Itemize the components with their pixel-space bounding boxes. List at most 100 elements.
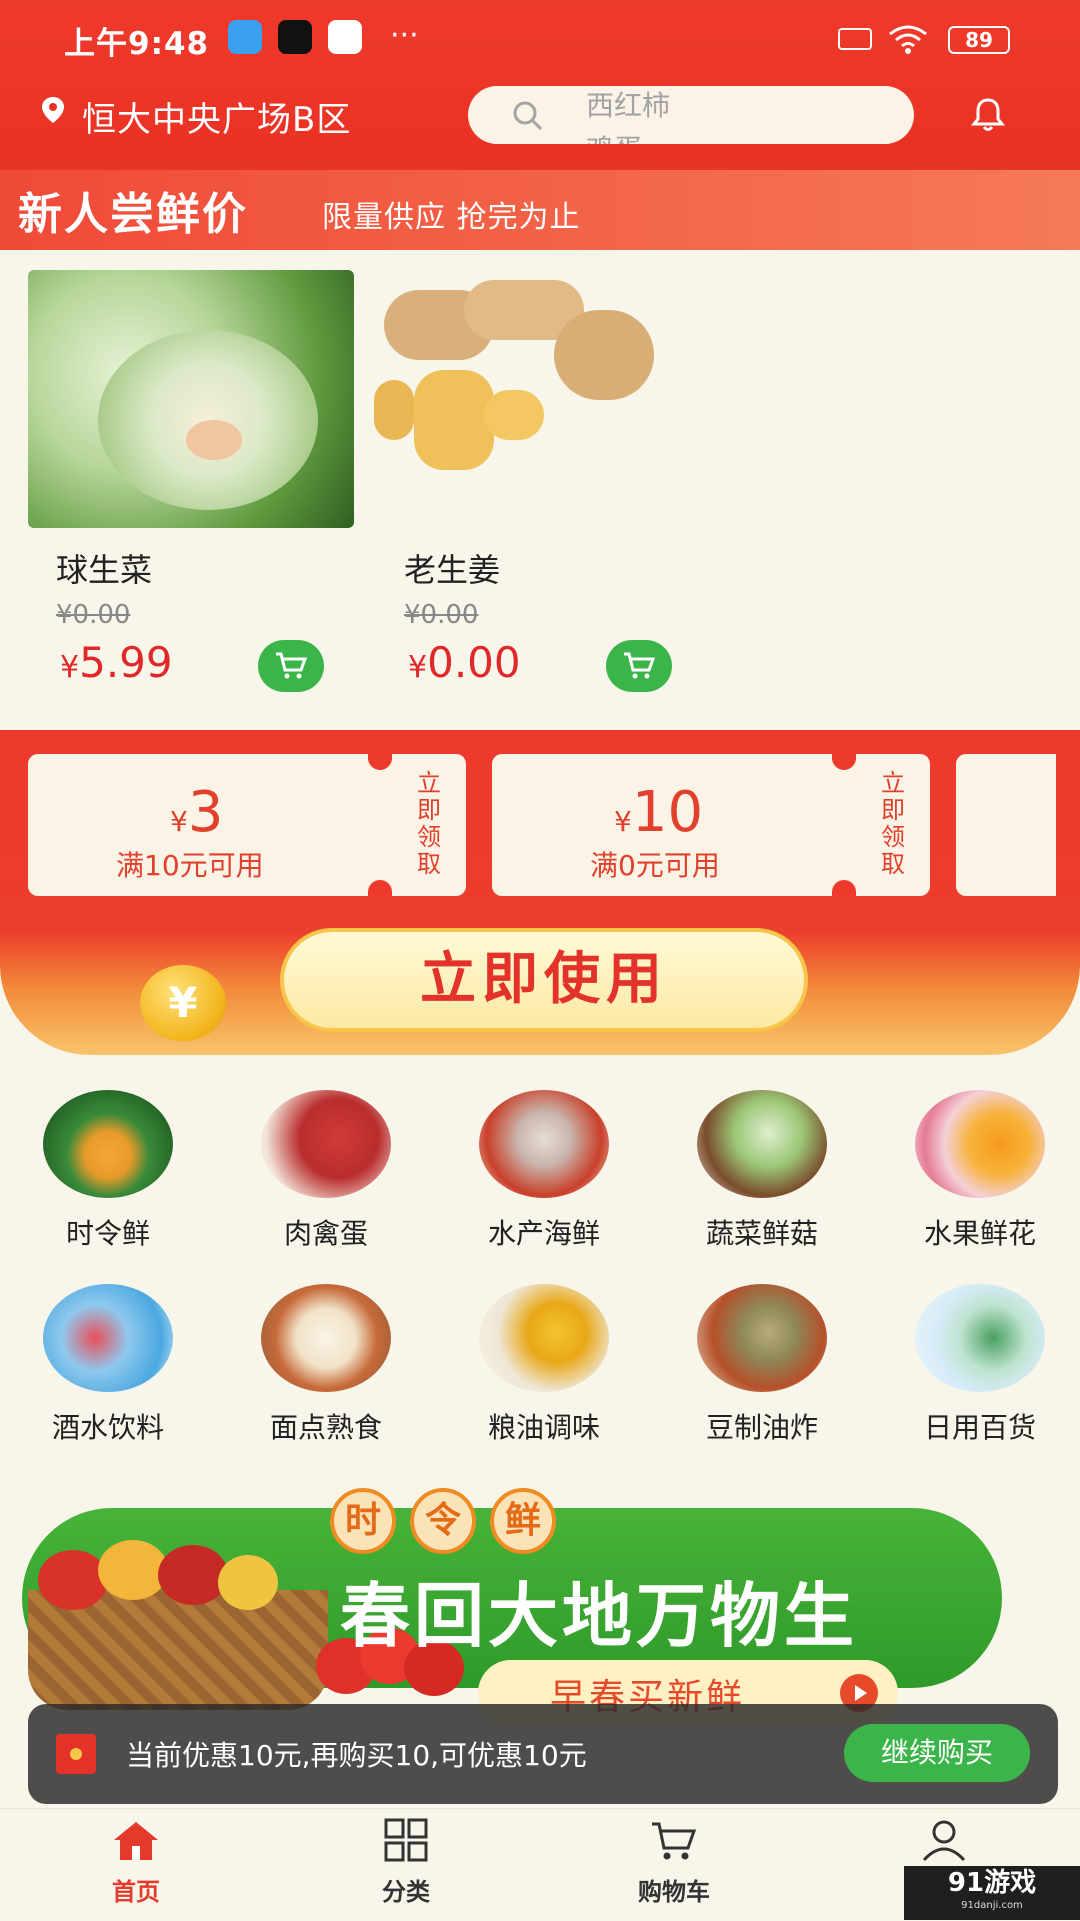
- tab-label: 购物车: [638, 1878, 710, 1906]
- price-value: 0.00: [427, 638, 521, 687]
- category-label: 水产海鲜: [487, 1217, 600, 1250]
- product-original-price: ¥0.00: [404, 600, 479, 630]
- category-label: 酒水饮料: [51, 1411, 164, 1444]
- oil-icon: [479, 1284, 609, 1392]
- tab-label: 首页: [112, 1878, 160, 1906]
- category-item[interactable]: 时令鲜: [18, 1090, 198, 1252]
- wifi-icon: [889, 25, 927, 54]
- category-item[interactable]: 蔬菜鲜菇: [672, 1090, 852, 1252]
- product-name: 球生菜: [56, 551, 153, 589]
- category-item[interactable]: 酒水饮料: [18, 1284, 198, 1446]
- tab-cart[interactable]: 购物车: [604, 1818, 744, 1907]
- battery-icon: 89: [948, 26, 1010, 54]
- coupon-condition: 满0元可用: [590, 849, 720, 882]
- continue-shopping-button[interactable]: 继续购买: [844, 1724, 1030, 1782]
- coupon-value: ¥3: [170, 780, 223, 845]
- bell-icon[interactable]: [968, 94, 1008, 134]
- fish-icon: [479, 1090, 609, 1198]
- category-item[interactable]: 肉禽蛋: [236, 1090, 416, 1252]
- news-app-icon: [328, 20, 362, 54]
- coupon-amount: 3: [187, 780, 224, 845]
- more-notifications-icon: ···: [390, 18, 419, 53]
- use-now-label: 立即使用: [420, 947, 668, 1012]
- location-pin-icon[interactable]: [38, 95, 68, 125]
- banner-tag: 令: [410, 1488, 476, 1554]
- product-name: 老生姜: [404, 551, 501, 589]
- sim-off-icon: [838, 28, 872, 50]
- category-label: 粮油调味: [487, 1411, 600, 1444]
- watermark-sub: 91danji.com: [961, 1900, 1023, 1911]
- status-time: 上午9:48: [64, 26, 210, 62]
- coupon-card[interactable]: ¥10 满0元可用 立即领取: [492, 754, 930, 896]
- coupon-card[interactable]: ¥3 满10元可用 立即领取: [28, 754, 466, 896]
- category-item[interactable]: 面点熟食: [236, 1284, 416, 1446]
- claim-coupon-button[interactable]: 立即领取: [414, 770, 444, 878]
- tofu-icon: [697, 1284, 827, 1392]
- discount-toast: 当前优惠10元,再购买10,可优惠10元 继续购买: [28, 1704, 1058, 1804]
- new-user-title: 新人尝鲜价: [18, 189, 248, 240]
- search-placeholder: 西红柿: [586, 89, 671, 122]
- watermark-logo: 91游戏 91danji.com: [904, 1866, 1080, 1920]
- drink-icon: [43, 1284, 173, 1392]
- fruit-flower-icon: [915, 1090, 1045, 1198]
- currency-symbol: ¥: [408, 650, 428, 685]
- search-icon: [513, 101, 543, 131]
- fruit-basket-icon: [18, 1540, 328, 1720]
- user-icon: [922, 1820, 966, 1862]
- category-label: 日用百货: [923, 1411, 1036, 1444]
- tab-home[interactable]: 首页: [66, 1818, 206, 1907]
- category-item[interactable]: 豆制油炸: [672, 1284, 852, 1446]
- coupon-condition: 满10元可用: [116, 849, 264, 882]
- search-placeholder-next: 鸡蛋: [586, 128, 642, 144]
- category-item[interactable]: 日用百货: [890, 1284, 1070, 1446]
- category-label: 蔬菜鲜菇: [705, 1217, 818, 1250]
- use-now-button[interactable]: 立即使用: [280, 928, 808, 1032]
- bun-icon: [261, 1284, 391, 1392]
- category-item[interactable]: 水果鲜花: [890, 1090, 1070, 1252]
- category-label: 豆制油炸: [705, 1411, 818, 1444]
- battery-level: 89: [965, 28, 993, 52]
- tab-label: 分类: [382, 1878, 430, 1906]
- shopping-cart-icon: [652, 1822, 697, 1860]
- grid-icon: [384, 1818, 428, 1862]
- category-label: 面点熟食: [269, 1411, 382, 1444]
- coupon-card-partial[interactable]: [956, 754, 1056, 896]
- banner-tag: 时: [330, 1488, 396, 1554]
- category-item[interactable]: 粮油调味: [454, 1284, 634, 1446]
- search-input[interactable]: 西红柿 鸡蛋: [468, 86, 914, 144]
- vegetable-icon: [697, 1090, 827, 1198]
- coin-icon: ¥: [140, 965, 226, 1041]
- status-bar: 上午9:48 ··· 89: [0, 0, 1080, 80]
- toast-message: 当前优惠10元,再购买10,可优惠10元: [126, 1739, 587, 1772]
- tab-category[interactable]: 分类: [336, 1818, 476, 1907]
- home-icon: [114, 1822, 158, 1860]
- add-to-cart-button[interactable]: [258, 640, 324, 692]
- banner-title: 春回大地万物生: [340, 1575, 858, 1657]
- product-original-price: ¥0.00: [56, 600, 131, 630]
- category-item[interactable]: 水产海鲜: [454, 1090, 634, 1252]
- meat-icon: [261, 1090, 391, 1198]
- banner-tag: 鲜: [490, 1488, 556, 1554]
- currency-symbol: ¥: [614, 805, 632, 838]
- ginger-image[interactable]: [374, 270, 700, 528]
- claim-coupon-button[interactable]: 立即领取: [878, 770, 908, 878]
- price-value: 5.99: [79, 638, 173, 687]
- cart-icon: [624, 652, 656, 679]
- red-envelope-icon: [56, 1734, 96, 1774]
- add-to-cart-button[interactable]: [606, 640, 672, 692]
- location-label[interactable]: 恒大中央广场B区: [82, 92, 351, 141]
- watermark-text: 91游戏: [947, 1868, 1037, 1898]
- message-app-icon: [228, 20, 262, 54]
- cart-icon: [276, 652, 308, 679]
- coupon-amount: 10: [631, 780, 704, 845]
- product-price: ¥5.99: [60, 638, 173, 687]
- tiktok-app-icon: [278, 20, 312, 54]
- category-label: 水果鲜花: [923, 1217, 1036, 1250]
- coupon-value: ¥10: [614, 780, 703, 845]
- category-label: 肉禽蛋: [283, 1217, 368, 1250]
- currency-symbol: ¥: [170, 805, 188, 838]
- lettuce-image[interactable]: [28, 270, 354, 528]
- daily-goods-icon: [915, 1284, 1045, 1392]
- currency-symbol: ¥: [60, 650, 80, 685]
- product-price: ¥0.00: [408, 638, 521, 687]
